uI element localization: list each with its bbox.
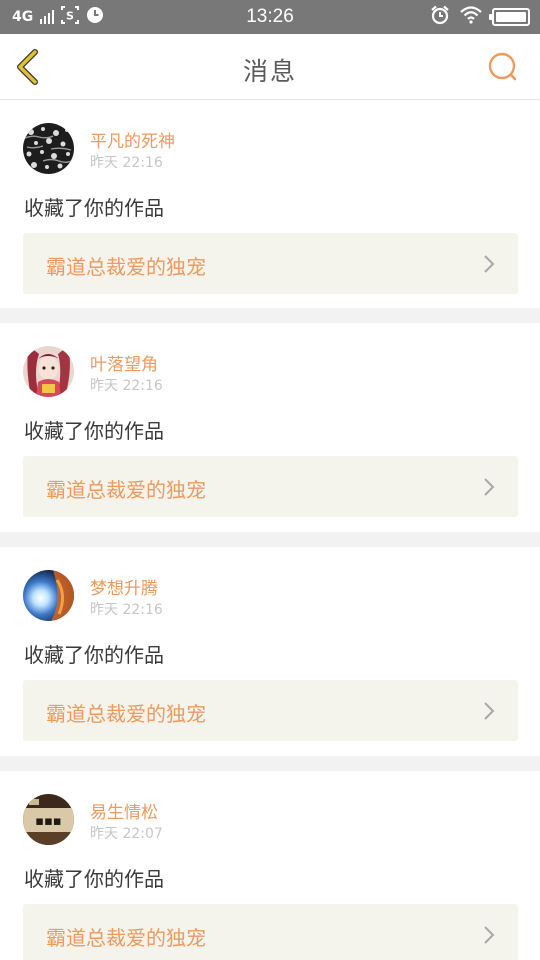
status-bar: 4G S 13:26 <box>0 0 540 34</box>
work-link[interactable]: 霸道总裁爱的独宠 <box>23 680 518 741</box>
wifi-icon <box>460 6 482 28</box>
avatar[interactable]: ▪▪▪ <box>23 794 74 845</box>
work-title: 霸道总裁爱的独宠 <box>46 702 206 726</box>
chevron-right-icon <box>484 255 495 273</box>
action-text: 收藏了你的作品 <box>24 196 164 220</box>
chevron-right-icon <box>484 926 495 944</box>
battery-icon <box>489 8 530 26</box>
chevron-right-icon <box>484 478 495 496</box>
alarm-icon <box>430 5 450 29</box>
status-right <box>430 5 530 29</box>
message-feed: 平凡的死神 昨天 22:16 收藏了你的作品 霸道总裁爱的独宠 叶落望角 昨天 … <box>0 100 540 960</box>
work-link[interactable]: 霸道总裁爱的独宠 <box>23 233 518 294</box>
message-card: 叶落望角 昨天 22:16 收藏了你的作品 霸道总裁爱的独宠 <box>0 323 540 532</box>
action-text: 收藏了你的作品 <box>24 867 164 891</box>
work-title: 霸道总裁爱的独宠 <box>46 255 206 279</box>
message-card: 平凡的死神 昨天 22:16 收藏了你的作品 霸道总裁爱的独宠 <box>0 100 540 308</box>
chevron-right-icon <box>484 702 495 720</box>
action-text: 收藏了你的作品 <box>24 643 164 667</box>
timestamp: 昨天 22:16 <box>90 378 163 394</box>
work-title: 霸道总裁爱的独宠 <box>46 478 206 502</box>
avatar[interactable] <box>23 123 74 174</box>
work-link[interactable]: 霸道总裁爱的独宠 <box>23 904 518 960</box>
nav-bar: 消息 <box>0 34 540 100</box>
action-text: 收藏了你的作品 <box>24 419 164 443</box>
search-button[interactable] <box>486 50 520 84</box>
work-title: 霸道总裁爱的独宠 <box>46 926 206 950</box>
timestamp: 昨天 22:16 <box>90 602 163 618</box>
user-name[interactable]: 平凡的死神 <box>90 127 175 152</box>
avatar[interactable] <box>23 570 74 621</box>
work-link[interactable]: 霸道总裁爱的独宠 <box>23 456 518 517</box>
message-card: 梦想升腾 昨天 22:16 收藏了你的作品 霸道总裁爱的独宠 <box>0 547 540 756</box>
svg-text:▪▪▪: ▪▪▪ <box>35 814 61 829</box>
battery-level <box>496 12 526 22</box>
search-icon <box>488 52 517 81</box>
timestamp: 昨天 22:07 <box>90 826 163 842</box>
timestamp: 昨天 22:16 <box>90 155 163 171</box>
message-card: ▪▪▪ 易生情松 昨天 22:07 收藏了你的作品 霸道总裁爱的独宠 <box>0 771 540 960</box>
user-name[interactable]: 易生情松 <box>90 798 158 823</box>
user-name[interactable]: 梦想升腾 <box>90 574 158 599</box>
page-title: 消息 <box>242 57 297 86</box>
avatar[interactable] <box>23 346 74 397</box>
user-name[interactable]: 叶落望角 <box>90 350 158 375</box>
